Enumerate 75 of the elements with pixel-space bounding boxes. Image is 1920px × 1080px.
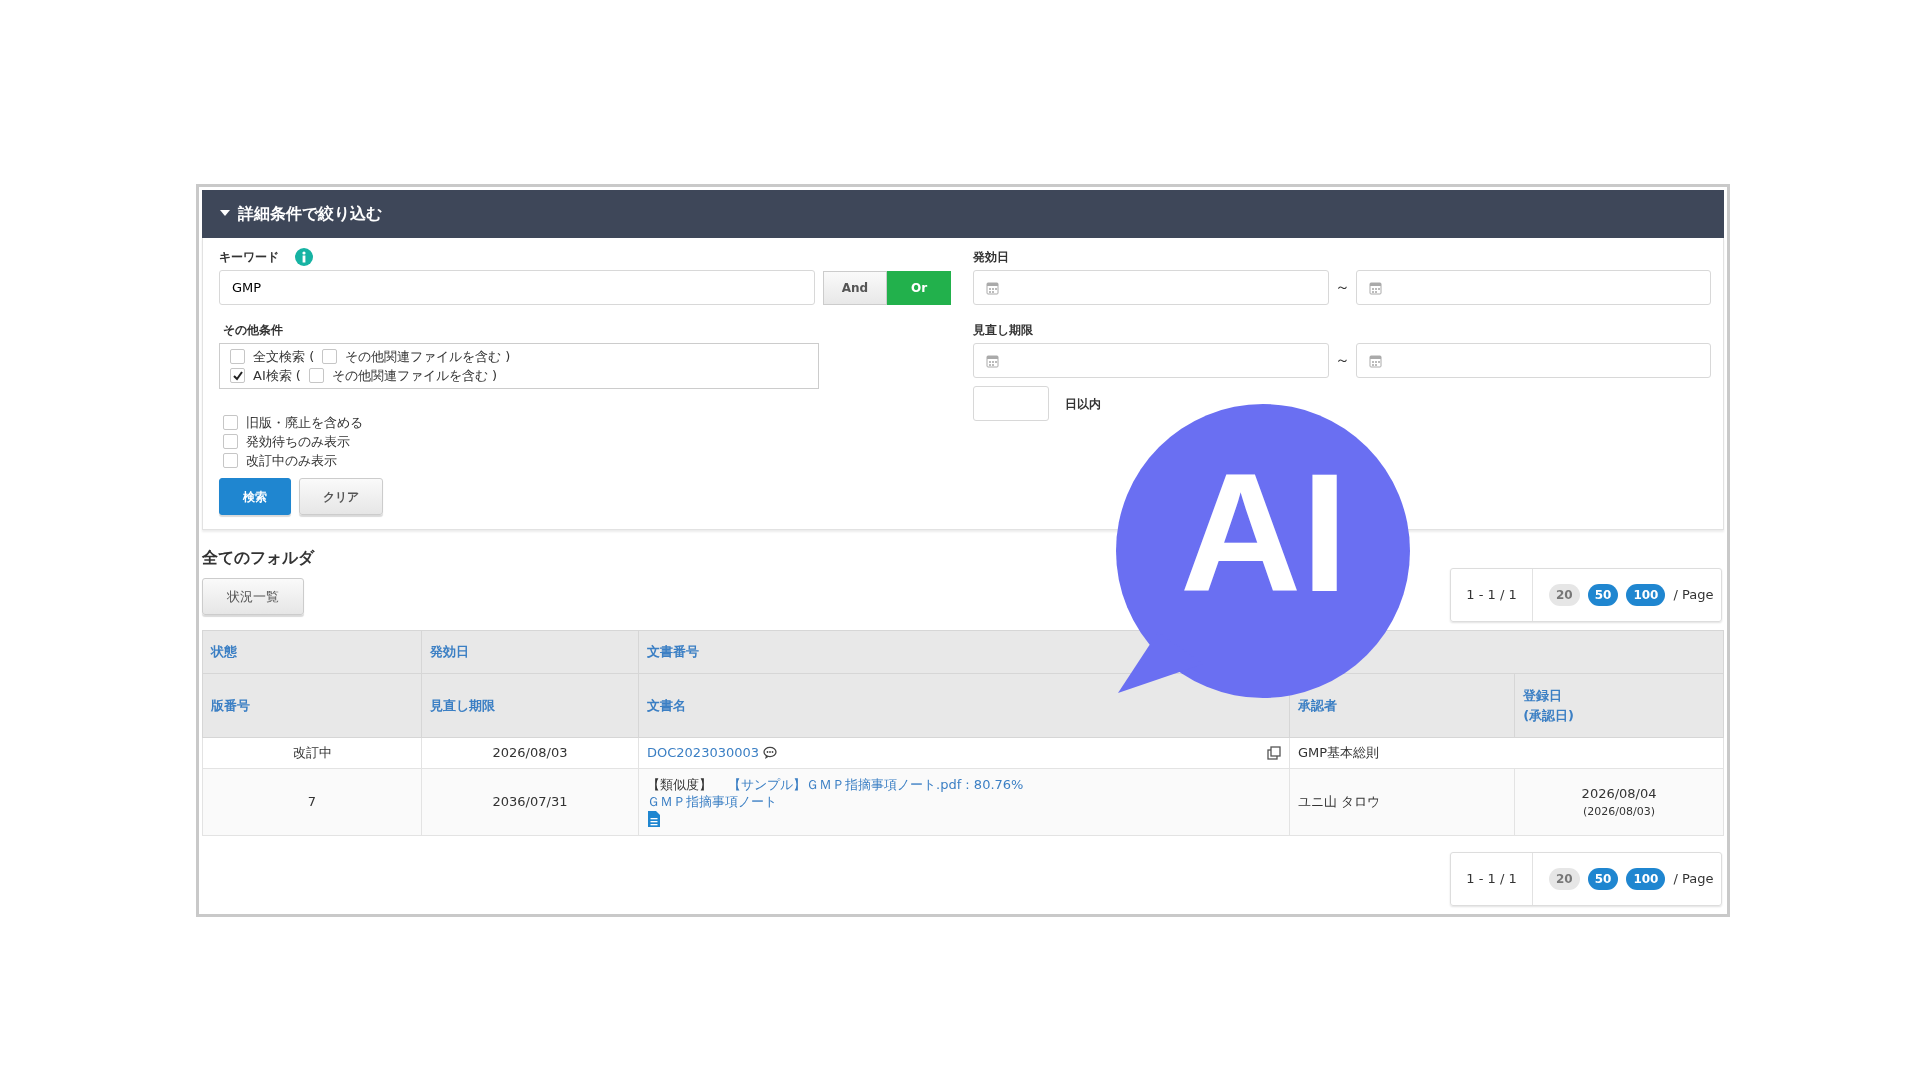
page-size-suffix: / Page (1673, 586, 1714, 605)
table-cell: 改訂中 (202, 737, 422, 769)
page-size-option[interactable]: 100 (1626, 584, 1666, 606)
table-cell: GMP基本総則 (1289, 737, 1724, 769)
table-cell: ユニ山 タロウ (1289, 768, 1515, 836)
page-size-option[interactable]: 100 (1626, 868, 1666, 890)
table-cell: 2036/07/31 (421, 768, 639, 836)
document-icon (647, 810, 661, 827)
option-label: 改訂中のみ表示 (246, 451, 337, 470)
field-label: 日以内 (1065, 395, 1101, 413)
checkbox[interactable] (223, 415, 238, 430)
date-field[interactable] (1355, 343, 1711, 378)
ai-label: AI (1179, 449, 1349, 617)
table-cell-text: 2026/08/04 (1580, 785, 1658, 803)
page-size-option[interactable]: 50 (1587, 584, 1619, 606)
page-range: 1 - 1 / 1 (1451, 569, 1533, 621)
option-label: 旧版・廃止を含める (246, 413, 363, 432)
checkbox[interactable] (223, 434, 238, 449)
column-header[interactable]: 発効日 (430, 642, 469, 662)
comment-icon (763, 746, 778, 760)
date-field[interactable] (973, 270, 1329, 305)
option-label: 全文検索 ( (253, 347, 315, 366)
table-cell: 7 (202, 768, 422, 836)
option-label: その他関連ファイルを含む ) (331, 366, 498, 385)
date-field[interactable] (1355, 270, 1711, 305)
column-header[interactable]: 文書番号 (647, 642, 699, 662)
document-link[interactable]: DOC2023030003 (647, 743, 760, 763)
check-icon (231, 370, 244, 381)
checkbox[interactable] (223, 453, 238, 468)
keyword-field[interactable]: GMP (219, 270, 815, 305)
field-label: 見直し期限 (973, 322, 1034, 339)
panel-title: 詳細条件で絞り込む (238, 203, 382, 225)
page-size-option[interactable]: 20 (1549, 868, 1580, 890)
field-label: 発効日 (973, 249, 1010, 266)
similarity-link[interactable]: 【サンプル】ＧＭＰ指摘事項ノート.pdf : 80.76% (728, 776, 1024, 794)
table-cell: 2026/08/03 (421, 737, 639, 769)
page-size-suffix: / Page (1673, 870, 1714, 889)
option-label: その他関連ファイルを含む ) (345, 347, 511, 366)
column-header[interactable]: 承認者 (1298, 695, 1337, 716)
mode-toggle[interactable]: Or (887, 270, 951, 305)
page-size-option[interactable]: 50 (1587, 868, 1619, 890)
checkbox[interactable] (322, 349, 338, 364)
calendar-icon (1368, 280, 1382, 295)
column-header[interactable]: 文書名 (647, 695, 686, 716)
mode-toggle[interactable]: And (823, 270, 887, 305)
option-label: AI検索 ( (253, 366, 301, 385)
page-range: 1 - 1 / 1 (1451, 853, 1533, 905)
checkbox[interactable] (230, 368, 245, 383)
table-cell-text: (2026/08/03) (1582, 803, 1657, 820)
document-link[interactable]: ＧＭＰ指摘事項ノート (647, 793, 1281, 811)
status-list-button[interactable]: 状況一覧 (202, 578, 304, 615)
clear-button[interactable]: クリア (299, 478, 383, 515)
panel-header[interactable]: 詳細条件で絞り込む (202, 190, 1724, 238)
info-icon (295, 248, 313, 266)
date-field[interactable] (973, 343, 1329, 378)
similarity-label: 【類似度】 (647, 776, 712, 794)
field-label: キーワード (219, 249, 279, 266)
checkbox[interactable] (308, 368, 324, 383)
days-field[interactable] (973, 386, 1049, 421)
column-header[interactable]: 版番号 (211, 695, 250, 716)
range-separator: ～ (1333, 350, 1351, 372)
calendar-icon (986, 280, 999, 295)
option-label: 発効待ちのみ表示 (246, 432, 350, 451)
copy-icon (1267, 746, 1281, 760)
calendar-icon (986, 353, 999, 368)
column-header[interactable]: 登録日 (承認日) (1523, 686, 1575, 725)
page-size-option[interactable]: 20 (1549, 584, 1580, 606)
range-separator: ～ (1333, 277, 1351, 299)
calendar-icon (1368, 353, 1382, 368)
search-button[interactable]: 検索 (219, 478, 291, 515)
column-header[interactable]: 見直し期限 (430, 695, 495, 716)
column-header[interactable]: 状態 (211, 642, 237, 662)
section-title: 全てのフォルダ (202, 547, 316, 569)
checkbox[interactable] (230, 349, 245, 364)
field-label: その他条件 (223, 322, 284, 339)
